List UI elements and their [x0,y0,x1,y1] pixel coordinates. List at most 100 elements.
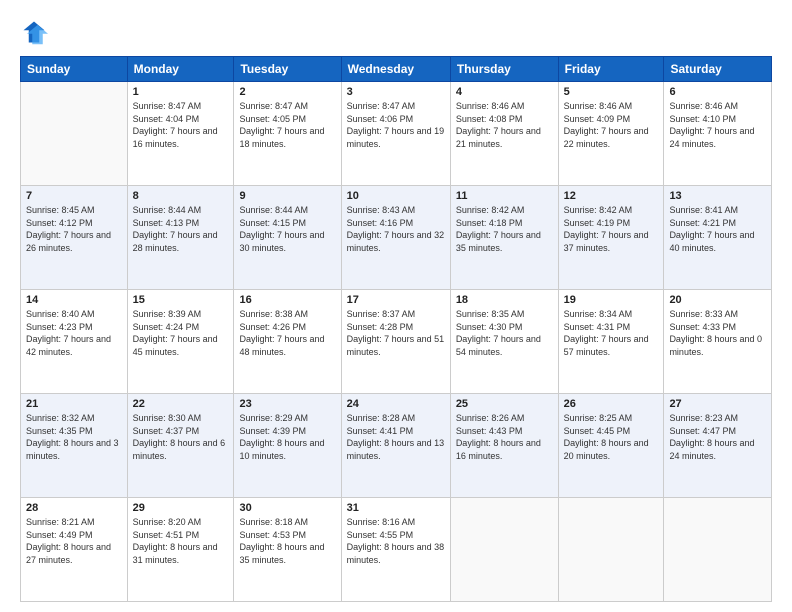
calendar-table: SundayMondayTuesdayWednesdayThursdayFrid… [20,56,772,602]
day-info: Sunrise: 8:47 AMSunset: 4:06 PMDaylight:… [347,100,445,150]
weekday-header-thursday: Thursday [450,57,558,82]
day-info: Sunrise: 8:34 AMSunset: 4:31 PMDaylight:… [564,308,659,358]
calendar-cell: 18 Sunrise: 8:35 AMSunset: 4:30 PMDayligh… [450,290,558,394]
day-info: Sunrise: 8:39 AMSunset: 4:24 PMDaylight:… [133,308,229,358]
day-number: 10 [347,190,445,202]
day-number: 1 [133,86,229,98]
day-info: Sunrise: 8:20 AMSunset: 4:51 PMDaylight:… [133,516,229,566]
day-info: Sunrise: 8:47 AMSunset: 4:05 PMDaylight:… [239,100,335,150]
calendar-cell: 28 Sunrise: 8:21 AMSunset: 4:49 PMDayligh… [21,498,128,602]
day-info: Sunrise: 8:33 AMSunset: 4:33 PMDaylight:… [669,308,766,358]
calendar-cell: 10Sunrise: 8:43 AMSunset: 4:16 PMDayligh… [341,186,450,290]
day-number: 22 [133,398,229,410]
page: SundayMondayTuesdayWednesdayThursdayFrid… [0,0,792,612]
calendar-cell: 20 Sunrise: 8:33 AMSunset: 4:33 PMDayligh… [664,290,772,394]
day-number: 8 [133,190,229,202]
day-info: Sunrise: 8:47 AMSunset: 4:04 PMDaylight:… [133,100,229,150]
weekday-header-sunday: Sunday [21,57,128,82]
day-number: 20 [669,294,766,306]
day-info: Sunrise: 8:25 AMSunset: 4:45 PMDaylight:… [564,412,659,462]
calendar-cell: 24 Sunrise: 8:28 AMSunset: 4:41 PMDayligh… [341,394,450,498]
calendar-cell: 26 Sunrise: 8:25 AMSunset: 4:45 PMDayligh… [558,394,664,498]
day-number: 13 [669,190,766,202]
day-number: 31 [347,502,445,514]
day-info: Sunrise: 8:35 AMSunset: 4:30 PMDaylight:… [456,308,553,358]
day-number: 17 [347,294,445,306]
calendar-cell: 12 Sunrise: 8:42 AMSunset: 4:19 PMDayligh… [558,186,664,290]
calendar-cell: 31Sunrise: 8:16 AMSunset: 4:55 PMDayligh… [341,498,450,602]
day-number: 18 [456,294,553,306]
calendar-cell: 5 Sunrise: 8:46 AMSunset: 4:09 PMDaylight… [558,82,664,186]
calendar-cell: 29 Sunrise: 8:20 AMSunset: 4:51 PMDayligh… [127,498,234,602]
calendar-cell: 13 Sunrise: 8:41 AMSunset: 4:21 PMDayligh… [664,186,772,290]
day-number: 28 [26,502,122,514]
calendar-cell: 25 Sunrise: 8:26 AMSunset: 4:43 PMDayligh… [450,394,558,498]
calendar-cell: 16 Sunrise: 8:38 AMSunset: 4:26 PMDayligh… [234,290,341,394]
calendar-cell: 1 Sunrise: 8:47 AMSunset: 4:04 PMDaylight… [127,82,234,186]
calendar-cell [558,498,664,602]
day-info: Sunrise: 8:42 AMSunset: 4:19 PMDaylight:… [564,204,659,254]
day-info: Sunrise: 8:46 AMSunset: 4:08 PMDaylight:… [456,100,553,150]
logo-icon [20,18,48,46]
day-info: Sunrise: 8:42 AMSunset: 4:18 PMDaylight:… [456,204,553,254]
calendar-cell [664,498,772,602]
weekday-header-saturday: Saturday [664,57,772,82]
calendar-cell: 22 Sunrise: 8:30 AMSunset: 4:37 PMDayligh… [127,394,234,498]
day-number: 24 [347,398,445,410]
calendar-cell [450,498,558,602]
day-number: 14 [26,294,122,306]
calendar-cell: 9 Sunrise: 8:44 AMSunset: 4:15 PMDaylight… [234,186,341,290]
day-info: Sunrise: 8:41 AMSunset: 4:21 PMDaylight:… [669,204,766,254]
day-number: 4 [456,86,553,98]
day-info: Sunrise: 8:38 AMSunset: 4:26 PMDaylight:… [239,308,335,358]
day-info: Sunrise: 8:26 AMSunset: 4:43 PMDaylight:… [456,412,553,462]
day-number: 6 [669,86,766,98]
day-number: 16 [239,294,335,306]
day-info: Sunrise: 8:46 AMSunset: 4:09 PMDaylight:… [564,100,659,150]
day-info: Sunrise: 8:37 AMSunset: 4:28 PMDaylight:… [347,308,445,358]
day-info: Sunrise: 8:40 AMSunset: 4:23 PMDaylight:… [26,308,122,358]
day-number: 2 [239,86,335,98]
day-info: Sunrise: 8:18 AMSunset: 4:53 PMDaylight:… [239,516,335,566]
calendar-cell: 8 Sunrise: 8:44 AMSunset: 4:13 PMDaylight… [127,186,234,290]
day-number: 3 [347,86,445,98]
day-info: Sunrise: 8:44 AMSunset: 4:15 PMDaylight:… [239,204,335,254]
calendar-cell: 19Sunrise: 8:34 AMSunset: 4:31 PMDayligh… [558,290,664,394]
day-number: 25 [456,398,553,410]
weekday-header-row: SundayMondayTuesdayWednesdayThursdayFrid… [21,57,772,82]
day-info: Sunrise: 8:44 AMSunset: 4:13 PMDaylight:… [133,204,229,254]
day-number: 9 [239,190,335,202]
day-info: Sunrise: 8:45 AMSunset: 4:12 PMDaylight:… [26,204,122,254]
day-info: Sunrise: 8:30 AMSunset: 4:37 PMDaylight:… [133,412,229,462]
calendar-cell: 3 Sunrise: 8:47 AMSunset: 4:06 PMDaylight… [341,82,450,186]
day-info: Sunrise: 8:32 AMSunset: 4:35 PMDaylight:… [26,412,122,462]
calendar-cell: 14 Sunrise: 8:40 AMSunset: 4:23 PMDayligh… [21,290,128,394]
day-number: 7 [26,190,122,202]
week-row-3: 14 Sunrise: 8:40 AMSunset: 4:23 PMDayligh… [21,290,772,394]
calendar-cell: 30Sunrise: 8:18 AMSunset: 4:53 PMDayligh… [234,498,341,602]
day-number: 23 [239,398,335,410]
calendar-cell: 11 Sunrise: 8:42 AMSunset: 4:18 PMDayligh… [450,186,558,290]
day-info: Sunrise: 8:28 AMSunset: 4:41 PMDaylight:… [347,412,445,462]
calendar-cell: 15Sunrise: 8:39 AMSunset: 4:24 PMDayligh… [127,290,234,394]
calendar-cell: 6 Sunrise: 8:46 AMSunset: 4:10 PMDaylight… [664,82,772,186]
day-info: Sunrise: 8:46 AMSunset: 4:10 PMDaylight:… [669,100,766,150]
day-info: Sunrise: 8:29 AMSunset: 4:39 PMDaylight:… [239,412,335,462]
logo [20,18,52,46]
day-number: 5 [564,86,659,98]
week-row-1: 1 Sunrise: 8:47 AMSunset: 4:04 PMDaylight… [21,82,772,186]
weekday-header-monday: Monday [127,57,234,82]
week-row-2: 7 Sunrise: 8:45 AMSunset: 4:12 PMDaylight… [21,186,772,290]
day-number: 21 [26,398,122,410]
day-number: 12 [564,190,659,202]
calendar-cell: 21 Sunrise: 8:32 AMSunset: 4:35 PMDayligh… [21,394,128,498]
weekday-header-wednesday: Wednesday [341,57,450,82]
day-number: 26 [564,398,659,410]
calendar-cell: 4 Sunrise: 8:46 AMSunset: 4:08 PMDaylight… [450,82,558,186]
day-number: 29 [133,502,229,514]
day-number: 11 [456,190,553,202]
day-info: Sunrise: 8:21 AMSunset: 4:49 PMDaylight:… [26,516,122,566]
day-number: 27 [669,398,766,410]
calendar-cell: 2 Sunrise: 8:47 AMSunset: 4:05 PMDaylight… [234,82,341,186]
calendar-cell: 7 Sunrise: 8:45 AMSunset: 4:12 PMDaylight… [21,186,128,290]
